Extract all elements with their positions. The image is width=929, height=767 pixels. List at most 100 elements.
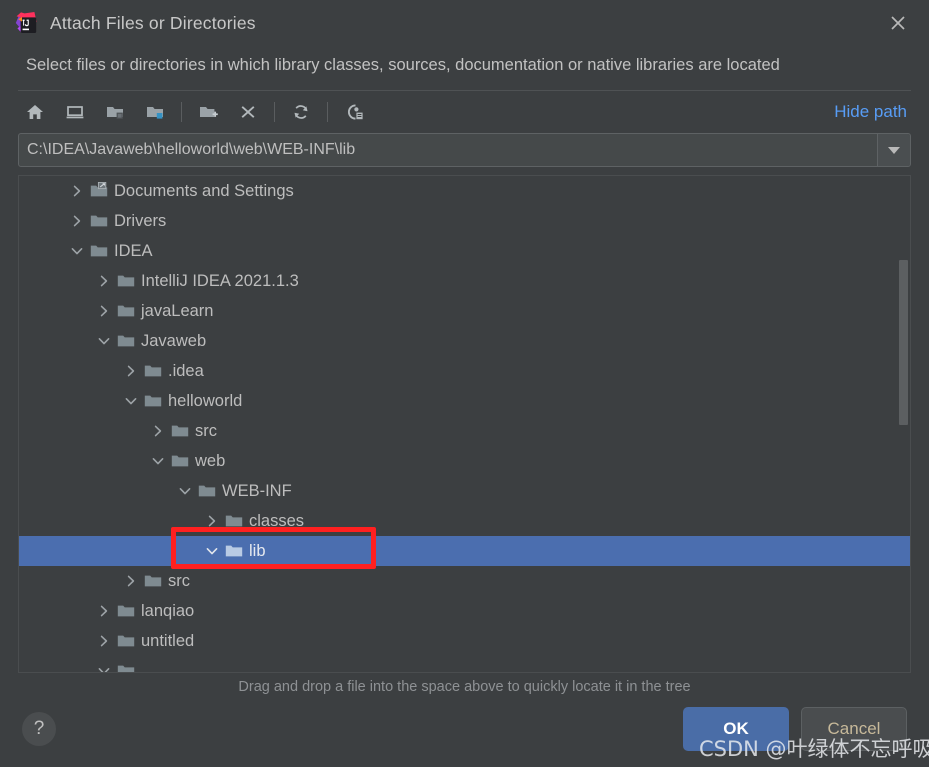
chevron-down-icon[interactable] <box>174 476 196 506</box>
file-chooser-toolbar: Hide path <box>0 91 929 133</box>
toolbar-separator <box>327 102 328 122</box>
chevron-down-icon <box>888 146 900 154</box>
folder-shortcut-icon <box>88 176 110 206</box>
tree-node-label: helloworld <box>168 391 243 410</box>
drag-drop-hint: Drag and drop a file into the space abov… <box>238 679 691 695</box>
intellij-idea-logo-icon <box>14 11 38 35</box>
chevron-right-icon[interactable] <box>120 356 142 386</box>
chevron-down-icon[interactable] <box>93 656 115 672</box>
tree-scrollbar[interactable] <box>899 178 908 670</box>
tree-node-label: web <box>195 451 226 470</box>
chevron-down-icon[interactable] <box>201 536 223 566</box>
chevron-right-icon[interactable] <box>66 206 88 236</box>
dialog-title: Attach Files or Directories <box>50 12 256 33</box>
close-icon[interactable] <box>883 8 913 38</box>
chevron-right-icon[interactable] <box>93 266 115 296</box>
home-icon[interactable] <box>18 97 52 127</box>
module-folder-icon[interactable] <box>138 97 172 127</box>
chevron-right-icon[interactable] <box>93 596 115 626</box>
show-hidden-files-icon[interactable] <box>337 97 371 127</box>
tree-node-label: Documents and Settings <box>114 181 294 200</box>
path-dropdown-button[interactable] <box>877 134 910 166</box>
cancel-button[interactable]: Cancel <box>801 707 907 751</box>
tree-node-label: IDEA <box>114 241 153 260</box>
folder-icon <box>115 326 137 356</box>
tree-node-src[interactable]: src <box>19 566 910 596</box>
folder-icon <box>142 566 164 596</box>
toolbar-separator <box>181 102 182 122</box>
chevron-right-icon[interactable] <box>93 296 115 326</box>
tree-scrollbar-thumb[interactable] <box>899 260 908 425</box>
tree-node-label: WEB-INF <box>222 481 292 500</box>
folder-icon <box>169 416 191 446</box>
folder-icon <box>88 236 110 266</box>
help-button[interactable]: ? <box>22 712 56 746</box>
tree-node-label: classes <box>249 511 305 530</box>
tree-node-label: javaLearn <box>141 301 214 320</box>
dialog-footer: ? OK Cancel <box>0 697 929 767</box>
tree-node-label: .idea <box>168 361 204 380</box>
folder-icon <box>142 356 164 386</box>
chevron-right-icon[interactable] <box>93 626 115 656</box>
tree-node-idea[interactable]: IDEA <box>19 236 910 266</box>
tree-node-drivers[interactable]: Drivers <box>19 206 910 236</box>
tree-node-javaweb[interactable]: Javaweb <box>19 326 910 356</box>
dialog-button-group: OK Cancel <box>683 707 907 751</box>
path-combo-box[interactable] <box>18 133 911 167</box>
tree-node--idea[interactable]: .idea <box>19 356 910 386</box>
hide-path-link[interactable]: Hide path <box>834 102 911 122</box>
chevron-down-icon[interactable] <box>66 236 88 266</box>
tree-node-intellij-idea-2021-1-3[interactable]: IntelliJ IDEA 2021.1.3 <box>19 266 910 296</box>
chevron-right-icon[interactable] <box>120 566 142 596</box>
toolbar-separator <box>274 102 275 122</box>
folder-icon <box>196 476 218 506</box>
chevron-right-icon[interactable] <box>147 416 169 446</box>
tree-node-partial-16[interactable] <box>19 656 910 672</box>
chevron-right-icon[interactable] <box>201 506 223 536</box>
chevron-right-icon[interactable] <box>66 176 88 206</box>
path-row <box>0 133 929 167</box>
project-folder-icon[interactable] <box>98 97 132 127</box>
title-bar: Attach Files or Directories <box>0 0 929 46</box>
tree-node-classes[interactable]: classes <box>19 506 910 536</box>
folder-icon <box>88 206 110 236</box>
tree-node-untitled[interactable]: untitled <box>19 626 910 656</box>
directory-tree[interactable]: Documents and Settings Drivers IDEA Intelli… <box>19 176 910 672</box>
tree-node-label: src <box>168 571 190 590</box>
new-folder-icon[interactable] <box>191 97 225 127</box>
ok-button[interactable]: OK <box>683 707 789 751</box>
folder-icon <box>223 506 245 536</box>
tree-node-lanqiao[interactable]: lanqiao <box>19 596 910 626</box>
chevron-down-icon[interactable] <box>120 386 142 416</box>
tree-node-web-inf[interactable]: WEB-INF <box>19 476 910 506</box>
tree-node-label: untitled <box>141 631 195 650</box>
folder-icon <box>142 386 164 416</box>
tree-node-src[interactable]: src <box>19 416 910 446</box>
folder-icon <box>115 656 137 672</box>
folder-icon <box>223 536 245 566</box>
tree-node-label: lanqiao <box>141 601 195 620</box>
dialog-subtitle: Select files or directories in which lib… <box>26 56 780 74</box>
tree-node-web[interactable]: web <box>19 446 910 476</box>
desktop-icon[interactable] <box>58 97 92 127</box>
tree-node-label: IntelliJ IDEA 2021.1.3 <box>141 271 299 290</box>
tree-node-lib[interactable]: lib <box>19 536 910 566</box>
folder-icon <box>115 266 137 296</box>
folder-icon <box>115 626 137 656</box>
folder-icon <box>169 446 191 476</box>
folder-icon <box>115 596 137 626</box>
folder-icon <box>115 296 137 326</box>
tree-node-javalearn[interactable]: javaLearn <box>19 296 910 326</box>
delete-icon[interactable] <box>231 97 265 127</box>
directory-tree-panel: Documents and Settings Drivers IDEA Intelli… <box>18 175 911 673</box>
tree-node-label: lib <box>249 541 266 560</box>
tree-node-label: Drivers <box>114 211 167 230</box>
tree-node-helloworld[interactable]: helloworld <box>19 386 910 416</box>
refresh-icon[interactable] <box>284 97 318 127</box>
path-input[interactable] <box>19 134 877 166</box>
chevron-down-icon[interactable] <box>147 446 169 476</box>
chevron-down-icon[interactable] <box>93 326 115 356</box>
attach-files-dialog: Attach Files or Directories Select files… <box>0 0 929 767</box>
tree-node-documents-and-settings[interactable]: Documents and Settings <box>19 176 910 206</box>
tree-node-label: Javaweb <box>141 331 207 350</box>
